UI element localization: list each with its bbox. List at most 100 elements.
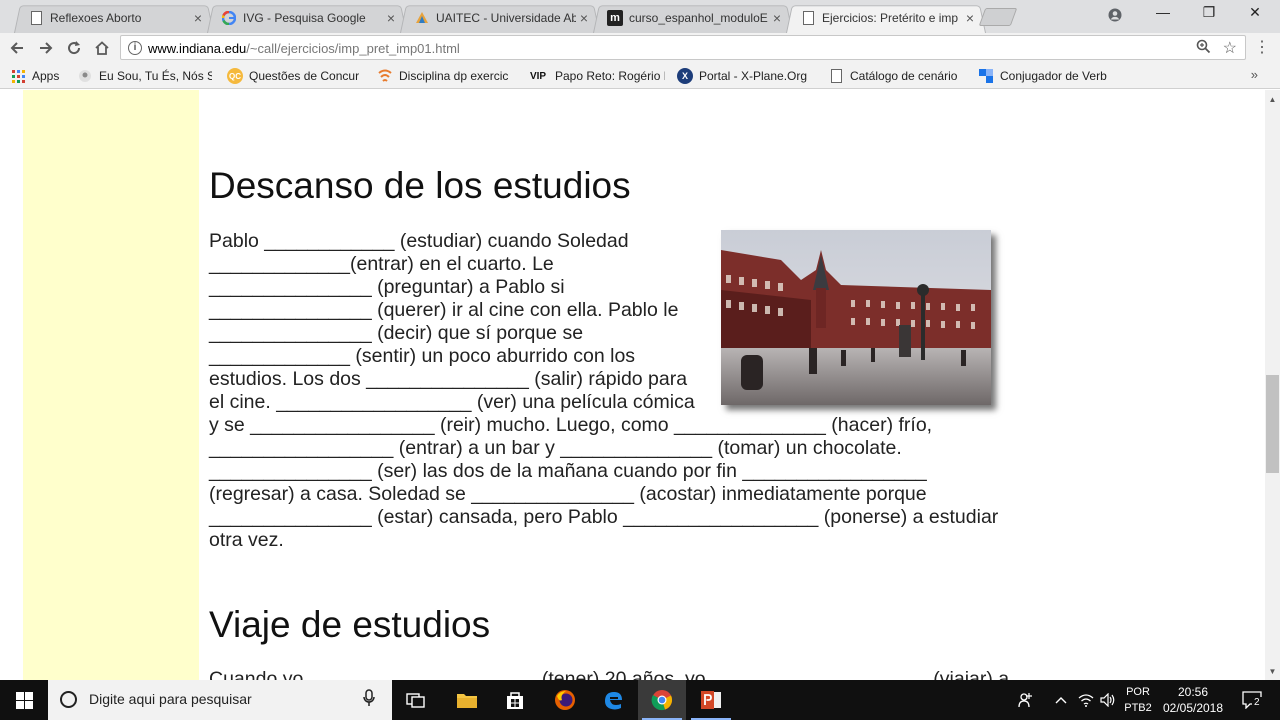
start-button[interactable]	[0, 680, 48, 720]
windows-taskbar: Digite aqui para pesquisar POR PTB2 20:5…	[0, 680, 1280, 720]
tab-ivg-google[interactable]: IVG - Pesquisa Google ×	[207, 3, 407, 34]
tab-title: UAITEC - Universidade Ab	[436, 11, 576, 25]
tab-curso-espanhol[interactable]: m curso_espanhol_moduloE ×	[593, 3, 793, 34]
page-viewport: Descanso de los estudios Pablo _________…	[0, 90, 1265, 680]
xplane-icon: X	[677, 68, 693, 84]
url-text[interactable]: www.indiana.edu/~call/ejercicios/imp_pre…	[148, 41, 460, 56]
close-tab-icon[interactable]: ×	[190, 10, 206, 26]
bookmark-apps[interactable]: Apps	[10, 67, 59, 85]
info-icon[interactable]: i	[128, 41, 142, 55]
bookmark-label: Questões de Concur	[249, 69, 360, 83]
close-tab-icon[interactable]: ×	[576, 10, 592, 26]
wifi-icon[interactable]	[1076, 680, 1096, 720]
task-view-icon[interactable]	[392, 680, 440, 720]
powerpoint-icon[interactable]	[687, 680, 735, 720]
chevron-up-icon[interactable]	[1052, 680, 1070, 720]
firefox-icon[interactable]	[541, 680, 589, 720]
tab-title: Reflexoes Aborto	[50, 11, 142, 25]
tab-uaitec[interactable]: UAITEC - Universidade Ab ×	[400, 3, 600, 34]
close-window-button[interactable]: ✕	[1232, 4, 1278, 26]
bookmark-xplane[interactable]: X Portal - X-Plane.Org	[677, 67, 815, 85]
bookmark-disciplina[interactable]: Disciplina dp exercic	[377, 67, 512, 85]
tab-reflexoes-aborto[interactable]: Reflexoes Aborto ×	[14, 3, 214, 34]
bookmark-conjugador[interactable]: Conjugador de Verb	[978, 67, 1113, 85]
new-tab-button[interactable]	[978, 8, 1018, 26]
clock[interactable]: 20:56 02/05/2018	[1160, 680, 1226, 720]
volume-icon[interactable]	[1098, 680, 1118, 720]
google-icon	[221, 10, 237, 26]
forward-button[interactable]	[35, 37, 57, 59]
tab-title: IVG - Pesquisa Google	[243, 11, 366, 25]
bookmark-papo-reto[interactable]: VIP Papo Reto: Rogério F	[527, 67, 665, 85]
uaitec-icon	[414, 10, 430, 26]
conjugador-icon	[978, 68, 994, 84]
document-icon	[800, 10, 816, 26]
tab-title: Ejercicios: Pretérito e imp	[822, 11, 959, 25]
scroll-down-arrow[interactable]: ▼	[1265, 664, 1280, 679]
more-bookmarks-icon[interactable]: »	[1251, 67, 1258, 82]
scrollbar-thumb[interactable]	[1266, 375, 1279, 473]
plaza-mayor-photo	[721, 230, 991, 405]
document-icon	[828, 68, 844, 84]
bookmark-eu-sou[interactable]: Eu Sou, Tu És, Nós S	[77, 67, 212, 85]
url-domain: www.indiana.edu	[148, 41, 247, 56]
keyboard-layout: PTB2	[1124, 702, 1152, 714]
exercise-paragraph-1: Pablo ____________ (estudiar) cuando Sol…	[209, 230, 1009, 552]
bookmark-label: Catálogo de cenário	[850, 69, 958, 83]
exercise-paragraph-2: Cuando yo _____________________ (tener) …	[209, 668, 1010, 680]
notification-count-badge: 2	[1252, 697, 1262, 708]
zoom-icon[interactable]	[1196, 39, 1211, 58]
store-icon[interactable]	[491, 680, 539, 720]
taskbar-search-box[interactable]: Digite aqui para pesquisar	[48, 680, 392, 720]
cortana-icon	[60, 691, 77, 708]
bookmark-catalogo[interactable]: Catálogo de cenário	[828, 67, 963, 85]
vip-icon: VIP	[529, 70, 547, 82]
reload-button[interactable]	[63, 37, 85, 59]
close-tab-icon[interactable]: ×	[769, 10, 785, 26]
close-tab-icon[interactable]: ×	[962, 10, 978, 26]
tab-strip: Reflexoes Aborto × IVG - Pesquisa Google…	[0, 0, 1280, 34]
input-language-indicator[interactable]: POR PTB2	[1120, 680, 1156, 720]
browser-toolbar: i www.indiana.edu/~call/ejercicios/imp_p…	[0, 33, 1280, 62]
m-icon: m	[607, 10, 623, 26]
tab-title: curso_espanhol_moduloE	[629, 11, 768, 25]
url-path: /~call/ejercicios/imp_pret_imp01.html	[246, 41, 460, 56]
edge-icon[interactable]	[589, 680, 637, 720]
action-center-icon[interactable]: 2	[1232, 680, 1272, 720]
bookmark-label: Eu Sou, Tu És, Nós S	[99, 69, 212, 83]
microphone-icon[interactable]	[363, 689, 375, 712]
bookmark-questoes[interactable]: QC Questões de Concur	[227, 67, 362, 85]
bookmark-label: Apps	[32, 69, 60, 83]
windows-logo-icon	[16, 692, 24, 700]
language-code: POR	[1126, 686, 1150, 698]
back-button[interactable]	[6, 37, 28, 59]
left-sidebar-band	[23, 90, 199, 680]
bookmark-label: Conjugador de Verb	[1000, 69, 1107, 83]
home-button[interactable]	[91, 37, 113, 59]
bookmark-label: Disciplina dp exercic	[399, 69, 509, 83]
bookmark-star-icon[interactable]: ☆	[1223, 38, 1237, 58]
scroll-up-arrow[interactable]: ▲	[1265, 92, 1280, 107]
bookmark-label: Papo Reto: Rogério F	[555, 69, 665, 83]
close-tab-icon[interactable]: ×	[383, 10, 399, 26]
people-icon[interactable]	[1014, 680, 1038, 720]
browser-menu-icon[interactable]: ⋮	[1254, 37, 1270, 57]
document-icon	[28, 10, 44, 26]
minimize-button[interactable]: —	[1140, 4, 1186, 26]
file-explorer-icon[interactable]	[443, 680, 491, 720]
tab-ejercicios-active[interactable]: Ejercicios: Pretérito e imp ×	[786, 3, 986, 34]
chrome-icon[interactable]	[638, 680, 686, 720]
qc-icon: QC	[227, 68, 243, 84]
clock-date: 02/05/2018	[1162, 701, 1224, 715]
site-icon	[77, 68, 93, 84]
section-title-descanso: Descanso de los estudios	[209, 165, 631, 206]
profile-icon[interactable]	[1092, 4, 1138, 26]
bookmark-label: Portal - X-Plane.Org	[699, 69, 808, 83]
maximize-button[interactable]: ❐	[1186, 4, 1232, 26]
search-placeholder: Digite aqui para pesquisar	[89, 691, 252, 707]
apps-grid-icon	[10, 68, 26, 84]
clock-time: 20:56	[1177, 685, 1209, 699]
bookmarks-bar: Apps Eu Sou, Tu És, Nós S QC Questões de…	[0, 62, 1280, 89]
section-title-viaje: Viaje de estudios	[209, 604, 491, 645]
address-bar[interactable]: i www.indiana.edu/~call/ejercicios/imp_p…	[120, 35, 1246, 60]
